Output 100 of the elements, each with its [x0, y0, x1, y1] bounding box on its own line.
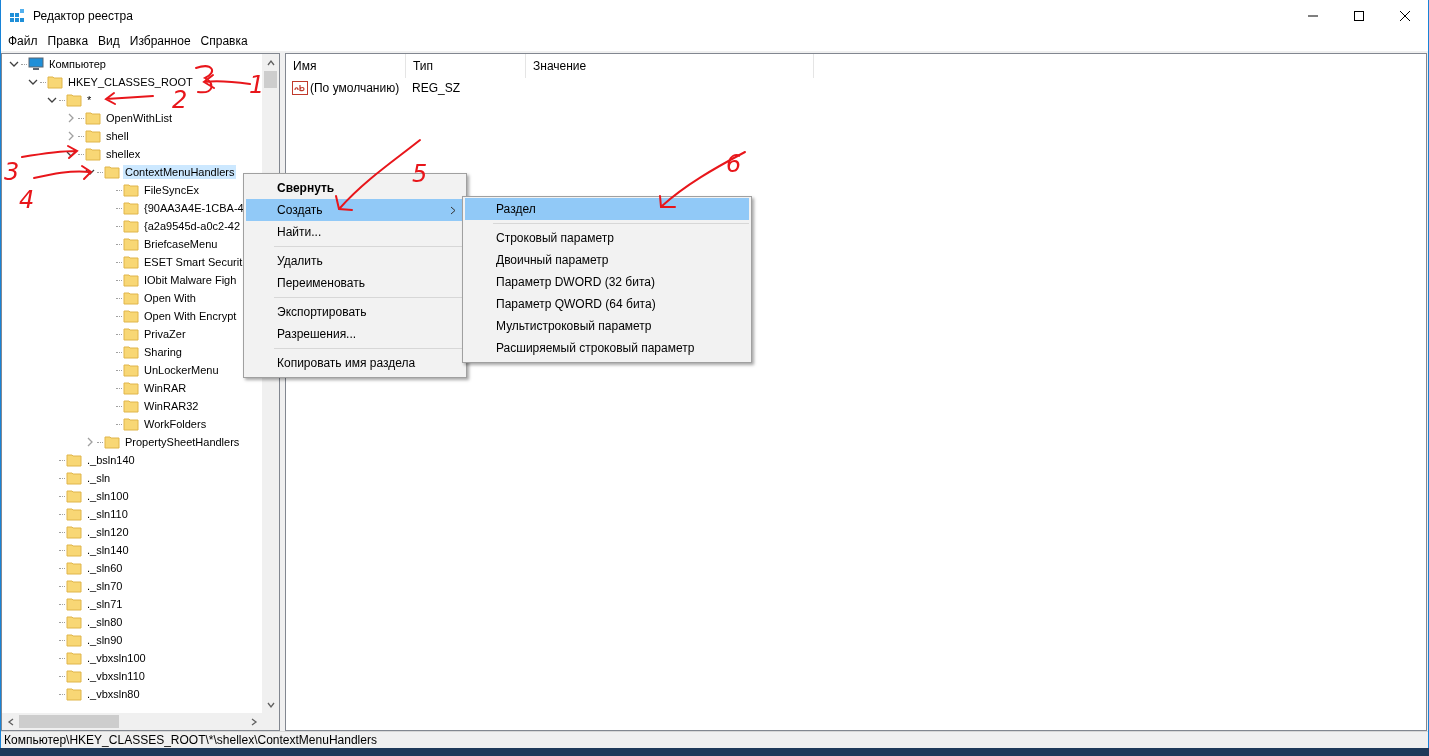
- annotation-arrow: [21, 145, 78, 159]
- tree-item[interactable]: PrivaZer: [142, 327, 188, 341]
- folder-icon: [66, 507, 82, 521]
- tree-item[interactable]: WinRAR32: [142, 399, 201, 413]
- tree-item[interactable]: ._sln100: [85, 489, 131, 503]
- tree-item[interactable]: FileSyncEx: [142, 183, 202, 197]
- tree-item[interactable]: BriefcaseMenu: [142, 237, 220, 251]
- scroll-up-icon[interactable]: [266, 58, 275, 67]
- table-cell: (По умолчанию): [310, 81, 400, 95]
- scroll-left-icon[interactable]: [6, 717, 15, 726]
- menu-item[interactable]: Строковый параметр: [465, 227, 749, 249]
- annotation-number: 3: [4, 158, 20, 186]
- tree-item[interactable]: shellex: [104, 147, 143, 161]
- tree-item[interactable]: *: [85, 93, 94, 107]
- tree-item[interactable]: ._sln: [85, 471, 113, 485]
- folder-icon: [123, 255, 139, 269]
- menu-item[interactable]: Разрешения...: [246, 323, 464, 345]
- tree-item[interactable]: ESET Smart Securit: [142, 255, 245, 269]
- string-value-icon: [292, 81, 308, 95]
- tree-item[interactable]: ._vbxsln110: [85, 669, 147, 683]
- menu-item[interactable]: Переименовать: [246, 272, 464, 294]
- annotation-arrow: [105, 92, 154, 105]
- folder-icon: [123, 237, 139, 251]
- menu-item[interactable]: Раздел: [465, 198, 749, 220]
- folder-icon: [123, 381, 139, 395]
- column-header[interactable]: Значение: [526, 54, 814, 78]
- tree-item[interactable]: ._sln120: [85, 525, 131, 539]
- menu-bar-item[interactable]: Избранное: [124, 34, 196, 48]
- annotation-number: 4: [19, 186, 35, 214]
- table-cell-text: REG_SZ: [411, 81, 461, 95]
- menu-item[interactable]: Найти...: [246, 221, 464, 243]
- menu-item[interactable]: Двоичный параметр: [465, 249, 749, 271]
- folder-icon: [85, 111, 101, 125]
- menu-item[interactable]: Мультистроковый параметр: [465, 315, 749, 337]
- window-title: Редактор реестра: [33, 9, 134, 23]
- tree-item[interactable]: ._sln80: [85, 615, 125, 629]
- folder-icon: [66, 471, 82, 485]
- folder-icon: [66, 633, 82, 647]
- tree-item[interactable]: ContextMenuHandlers: [123, 165, 237, 179]
- folder-icon: [66, 93, 82, 107]
- folder-icon: [66, 489, 82, 503]
- horizontal-scrollbar[interactable]: [2, 713, 279, 730]
- menu-item[interactable]: Удалить: [246, 250, 464, 272]
- menu-item[interactable]: Параметр DWORD (32 бита): [465, 271, 749, 293]
- tree-item[interactable]: ._sln70: [85, 579, 125, 593]
- maximize-icon[interactable]: [1354, 11, 1364, 21]
- folder-icon: [47, 75, 63, 89]
- scroll-thumb[interactable]: [19, 715, 119, 728]
- folder-icon: [66, 579, 82, 593]
- scroll-thumb[interactable]: [264, 71, 277, 88]
- menu-item[interactable]: Создать: [246, 199, 464, 221]
- tree-item[interactable]: Sharing: [142, 345, 184, 359]
- menu-item[interactable]: Расширяемый строковый параметр: [465, 337, 749, 359]
- status-bar-path: Компьютер\HKEY_CLASSES_ROOT\*\shellex\ContextMenuHandlers: [4, 733, 377, 747]
- column-header[interactable]: Имя: [286, 54, 406, 78]
- annotation-number: 5: [412, 160, 428, 188]
- column-header[interactable]: Тип: [406, 54, 526, 78]
- tree-item[interactable]: Open With Encrypt: [142, 309, 239, 323]
- tree-item[interactable]: {a2a9545d-a0c2-42: [142, 219, 243, 233]
- folder-icon: [66, 651, 82, 665]
- tree-item[interactable]: ._sln60: [85, 561, 125, 575]
- tree-item[interactable]: UnLockerMenu: [142, 363, 221, 377]
- tree-item[interactable]: ._sln140: [85, 543, 131, 557]
- folder-icon: [123, 273, 139, 287]
- folder-icon: [123, 363, 139, 377]
- menu-item[interactable]: Экспортировать: [246, 301, 464, 323]
- menu-item[interactable]: Параметр QWORD (64 бита): [465, 293, 749, 315]
- tree-item[interactable]: OpenWithList: [104, 111, 175, 125]
- tree-item[interactable]: Open With: [142, 291, 198, 305]
- tree-item[interactable]: ._sln110: [85, 507, 130, 521]
- annotation-number: 2: [172, 86, 188, 114]
- folder-icon: [104, 435, 120, 449]
- tree-item[interactable]: {90AA3A4E-1CBA-4: [142, 201, 246, 215]
- tree-item[interactable]: HKEY_CLASSES_ROOT: [66, 75, 195, 89]
- menu-bar-item[interactable]: Справка: [195, 34, 253, 48]
- tree-item[interactable]: shell: [104, 129, 131, 143]
- folder-icon: [123, 291, 139, 305]
- menu-bar-item[interactable]: Вид: [93, 34, 125, 48]
- folder-icon: [66, 669, 82, 683]
- tree-item[interactable]: ._vbxsln80: [85, 687, 142, 701]
- folder-icon: [123, 327, 139, 341]
- tree-item[interactable]: ._vbxsln100: [85, 651, 148, 665]
- tree-item[interactable]: ._bsln140: [85, 453, 137, 467]
- menu-bar-item[interactable]: Файл: [3, 34, 43, 48]
- tree-item[interactable]: WinRAR: [142, 381, 189, 395]
- folder-icon: [66, 543, 82, 557]
- annotation-number: 1: [249, 71, 265, 99]
- tree-item[interactable]: ._sln71: [85, 597, 125, 611]
- folder-icon: [123, 417, 139, 431]
- menu-item[interactable]: Копировать имя раздела: [246, 352, 464, 374]
- tree-item[interactable]: PropertySheetHandlers: [123, 435, 242, 449]
- scroll-right-icon[interactable]: [249, 717, 258, 726]
- tree-item[interactable]: WorkFolders: [142, 417, 209, 431]
- tree-item[interactable]: IObit Malware Figh: [142, 273, 239, 287]
- tree-item[interactable]: Компьютер: [47, 57, 108, 71]
- tree-item[interactable]: ._sln90: [85, 633, 125, 647]
- folder-icon: [123, 399, 139, 413]
- close-icon[interactable]: [1400, 11, 1410, 21]
- menu-bar-item[interactable]: Правка: [42, 34, 94, 48]
- scroll-down-icon[interactable]: [266, 700, 275, 709]
